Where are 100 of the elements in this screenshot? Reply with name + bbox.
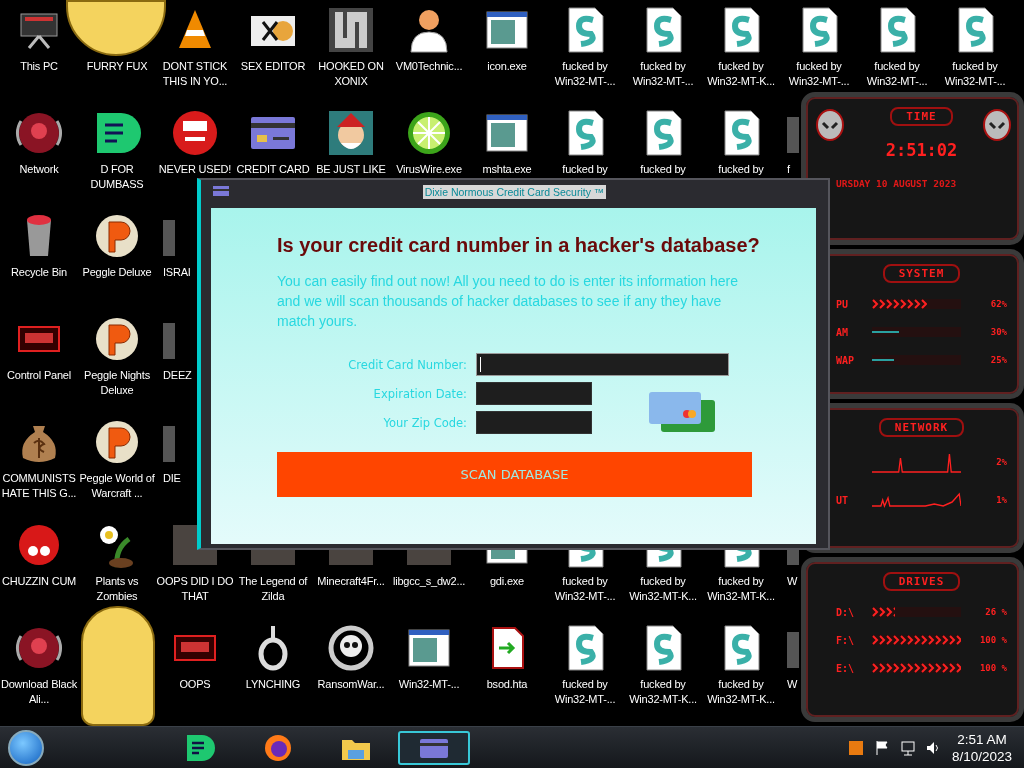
icon-label[interactable]: fucked by — [624, 162, 702, 177]
icon-label[interactable]: fucked by Win32-MT-K... — [624, 677, 702, 707]
meter-label: PU — [836, 298, 850, 310]
icon-label[interactable]: fucked by Win32-MT-... — [780, 59, 858, 89]
clock-date: URSDAY 10 AUGUST 2023 — [836, 178, 958, 189]
icon-label[interactable]: icon.exe — [468, 59, 546, 74]
icon-label[interactable]: Win32-MT-... — [390, 677, 468, 692]
icon-label[interactable]: gdi.exe — [468, 574, 546, 589]
icon-label[interactable]: Network — [0, 162, 78, 177]
browser-icon — [262, 732, 294, 764]
icon-label[interactable]: BE JUST LIKE — [312, 162, 390, 177]
icon-label[interactable]: OOPS — [156, 677, 234, 692]
icon-label[interactable]: DIE — [163, 471, 181, 486]
icon-label[interactable]: fucked by Win32-MT-... — [546, 59, 624, 89]
network-icon[interactable] — [899, 740, 916, 756]
panel-title: SYSTEM — [882, 264, 961, 283]
credit-cards-drawing — [649, 391, 717, 432]
icon-label[interactable]: Plants vs Zombies — [78, 574, 156, 604]
icon-label[interactable]: bsod.hta — [468, 677, 546, 692]
icon-label[interactable]: fucked by Win32-MT-... — [546, 677, 624, 707]
skull-icon[interactable] — [327, 624, 375, 672]
icon-label[interactable]: FURRY FUX — [78, 59, 156, 74]
icon-label[interactable]: ISRAI — [163, 265, 191, 280]
icon-label[interactable]: fucked by — [546, 162, 624, 177]
meter-reading: 62% — [989, 299, 1007, 309]
meter-reading: 2% — [995, 457, 1007, 467]
icon-label[interactable]: Peggle Deluxe — [78, 265, 156, 280]
peggle-icon[interactable] — [93, 418, 141, 466]
icon-label[interactable]: fucked by Win32-MT-... — [858, 59, 936, 89]
field-label: Credit Card Number: — [347, 357, 467, 372]
icon-label[interactable]: Control Panel — [0, 368, 78, 383]
icon-label[interactable]: SEX EDITOR — [234, 59, 312, 74]
icon-label[interactable]: fucked by Win32-MT-... — [936, 59, 1014, 89]
maze-icon[interactable] — [327, 6, 375, 54]
icon-label[interactable]: Peggle Nights Deluxe — [78, 368, 156, 398]
peggle-icon[interactable] — [93, 315, 141, 363]
clock-time[interactable]: 2:51 AM — [957, 731, 1007, 748]
window-title: Dixie Normous Credit Card Security ™ — [422, 185, 607, 199]
panel-title: DRIVES — [882, 572, 961, 591]
alien-head-icon — [816, 109, 844, 141]
icon-label[interactable]: RansomWar... — [312, 677, 390, 692]
alien-head-icon — [983, 109, 1011, 141]
icon-label[interactable]: fucked by Win32-MT-... — [546, 574, 624, 604]
clock-time: 2:51:02 — [885, 140, 958, 160]
icon-label[interactable]: W — [787, 677, 798, 692]
icon-label[interactable]: VirusWire.exe — [390, 162, 468, 177]
icon-label[interactable]: fucked by — [702, 162, 780, 177]
elf-icon[interactable] — [327, 109, 375, 157]
input-field[interactable] — [476, 411, 592, 434]
icon-label[interactable]: fucked by Win32-MT-K... — [702, 677, 780, 707]
meter-reading: 1% — [995, 495, 1007, 505]
dev-app-icon[interactable] — [171, 109, 219, 157]
field-label: Your Zip Code: — [382, 415, 467, 430]
dialog-text: You can easily find out now! All you need to do is enter its information here and we will scan thousands of hacker databases to see if any they have match yours. — [277, 272, 739, 331]
icon-label[interactable]: NEVER USED! — [156, 162, 234, 177]
icon-label[interactable]: DEEZ — [163, 368, 192, 383]
icon-label[interactable]: VM0Technic... — [390, 59, 468, 74]
icon-label[interactable]: f — [787, 162, 790, 177]
lime-icon[interactable] — [405, 109, 453, 157]
clock-date[interactable]: 8/10/2023 — [951, 748, 1012, 765]
input-field[interactable] — [476, 353, 729, 376]
icon-label[interactable]: HOOKED ON XONIX — [312, 59, 390, 89]
panel-title: TIME — [890, 107, 953, 126]
icon-label[interactable]: COMMUNISTS HATE THIS G... — [0, 471, 78, 501]
icon-label[interactable]: This PC — [0, 59, 78, 74]
icon-label[interactable]: Download Black Ali... — [0, 677, 78, 707]
meter-reading: 25% — [989, 355, 1007, 365]
icon-label[interactable]: fucked by Win32-MT-K... — [624, 574, 702, 604]
flag-icon[interactable] — [873, 740, 890, 756]
icon-label[interactable]: The Legend of Zilda — [234, 574, 312, 604]
taskbar-app[interactable] — [398, 731, 470, 765]
icon-label[interactable]: Peggle World of Warcraft ... — [78, 471, 156, 501]
meter-label: F:\ — [836, 634, 856, 646]
panel-title: NETWORK — [878, 418, 965, 437]
meter-reading: 30% — [989, 327, 1007, 337]
icon-label[interactable]: fucked by Win32-MT-K... — [702, 59, 780, 89]
chat-app-icon — [184, 732, 216, 764]
icon-label[interactable]: libgcc_s_dw2... — [390, 574, 468, 589]
meter-reading: 100 % — [978, 663, 1007, 673]
meter-reading: 26 % — [984, 607, 1007, 617]
input-field[interactable] — [476, 382, 592, 405]
icon-label[interactable]: DONT STICK THIS IN YO... — [156, 59, 234, 89]
icon-label[interactable]: mshta.exe — [468, 162, 546, 177]
icon-label[interactable]: Minecraft4Fr... — [312, 574, 390, 589]
meter-label: E:\ — [836, 662, 856, 674]
icon-label[interactable]: fucked by Win32-MT-... — [624, 59, 702, 89]
meter-reading: 100 % — [978, 635, 1007, 645]
icon-label[interactable]: Recycle Bin — [0, 265, 78, 280]
meter-label: WAP — [836, 354, 856, 366]
icon-label[interactable]: W — [787, 574, 798, 589]
icon-label[interactable]: CHUZZIN CUM — [0, 574, 78, 589]
icon-label[interactable]: OOPS DID I DO THAT — [156, 574, 234, 604]
icon-label[interactable]: D FOR DUMBASS — [78, 162, 156, 192]
icon-label[interactable]: CREDIT CARD — [234, 162, 312, 177]
start-button[interactable] — [8, 730, 44, 766]
peggle-icon[interactable] — [93, 212, 141, 260]
icon-label[interactable]: fucked by Win32-MT-K... — [702, 574, 780, 604]
field-label: Expiration Date: — [372, 386, 467, 401]
icon-label[interactable]: LYNCHING — [234, 677, 312, 692]
app-icon[interactable] — [847, 740, 864, 756]
